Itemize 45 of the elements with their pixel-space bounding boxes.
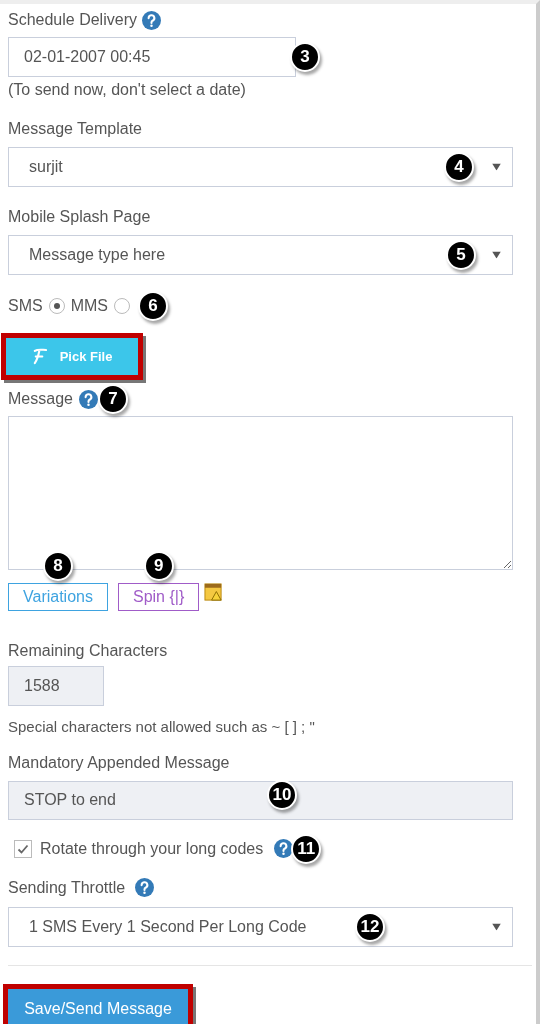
notepad-warning-icon[interactable] [204,582,224,602]
callout-badge: 3 [290,42,320,72]
radio-button[interactable] [48,298,65,314]
callout-badge: 9 [143,551,174,581]
remaining-count-field: 1588 [8,666,104,706]
help-icon[interactable] [135,878,155,897]
appended-message-field: STOP to end 10 [8,780,513,820]
help-icon[interactable] [141,10,161,30]
field-label: Mobile Splash Page [8,208,151,225]
field-label: Rotate through your long codes [40,838,264,859]
radio-button[interactable] [114,298,130,314]
radio-label: SMS [8,296,43,316]
checkbox[interactable] [14,839,32,858]
script-letter-icon [31,348,47,365]
select-field[interactable]: surjit 4 [8,147,513,187]
tool-button[interactable]: Spin {|} [117,583,200,611]
caret-icon [492,251,501,259]
callout-badge: 10 [267,779,297,810]
callout-badge: 11 [291,833,322,864]
callout-badge: 6 [138,291,168,321]
help-icon[interactable] [78,389,98,409]
callout-badge: 4 [444,152,474,182]
select-field[interactable]: 1 SMS Every 1 Second Per Long Code 12 [8,906,513,947]
callout-badge: 8 [43,551,73,581]
callout-badge: 7 [97,384,128,414]
note-text: Special characters not allowed such as ~ [ ] ; " [8,717,316,737]
check-icon [17,842,29,855]
field-label: Schedule Delivery [8,10,137,30]
callout-badge: 5 [446,240,476,270]
field-label: Remaining Characters [8,642,168,659]
field-label: Message Template [8,120,142,137]
select-value: surjit [29,157,63,177]
hint-text: (To send now, don't select a date) [8,80,247,100]
radio-label: MMS [70,296,108,316]
field-label: Message [8,389,73,409]
placeholder-text: Message type here [29,245,166,265]
date-field[interactable]: 02-01-2007 00:45 [8,37,296,77]
caret-icon [492,923,501,930]
caret-icon [492,163,501,171]
select-value: 1 SMS Every 1 Second Per Long Code [29,916,307,937]
select-field[interactable]: Message type here 5 [8,235,513,275]
field-label: Sending Throttle [8,877,126,898]
callout-badge: 12 [355,911,385,942]
field-label: Mandatory Appended Message [8,753,230,771]
help-icon[interactable] [274,839,294,858]
